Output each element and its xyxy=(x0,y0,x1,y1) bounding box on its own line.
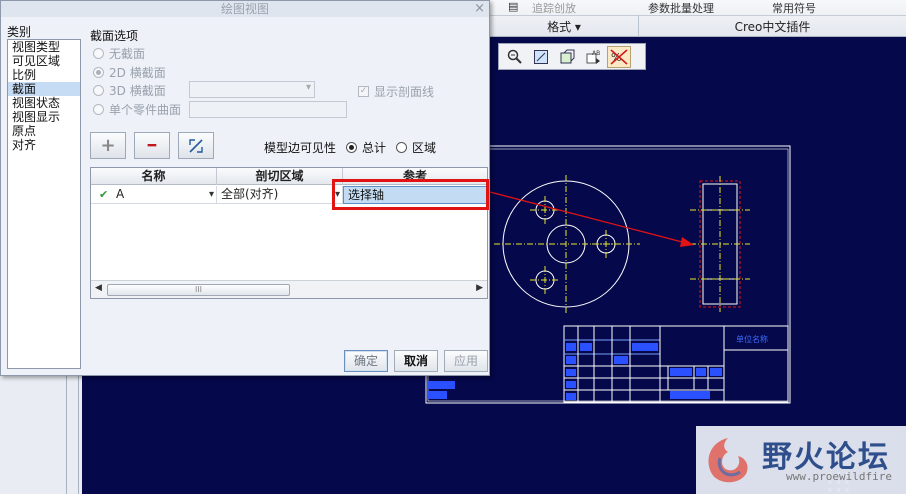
close-icon[interactable]: × xyxy=(474,1,485,17)
category-item-sections[interactable]: 截面 xyxy=(8,82,80,96)
category-label: 类别 xyxy=(7,25,32,39)
column-header-name[interactable]: 名称 xyxy=(91,168,217,185)
add-section-button[interactable]: + xyxy=(90,132,126,159)
radio-label: 总计 xyxy=(362,141,387,155)
section-options-label: 截面选项 xyxy=(90,29,139,43)
ok-button[interactable]: 确定 xyxy=(344,350,388,372)
section-name: A xyxy=(116,187,125,201)
radio-button[interactable] xyxy=(93,47,104,59)
category-item-view-type[interactable]: 视图类型 xyxy=(8,40,80,54)
show-hatch-checkbox[interactable]: ✓ 显示剖面线 xyxy=(358,83,434,100)
radio-3d-section[interactable]: 3D 横截面 xyxy=(93,82,166,98)
name-cell[interactable]: ✔ A ▾ xyxy=(91,186,217,204)
radio-button[interactable] xyxy=(93,103,104,115)
region-cell[interactable]: 全部(对齐) ▾ xyxy=(217,186,343,204)
radio-no-section[interactable]: 无截面 xyxy=(93,45,145,61)
watermark-url: www.proewildfire xyxy=(786,470,892,483)
watermark-logo-icon xyxy=(708,438,748,483)
minus-icon: ━ xyxy=(147,137,157,154)
check-icon: ✔ xyxy=(99,188,109,201)
surface-input[interactable] xyxy=(189,101,347,118)
chevron-down-icon[interactable]: ▾ xyxy=(209,186,214,203)
3d-section-dropdown[interactable] xyxy=(189,81,315,98)
radio-button[interactable] xyxy=(93,84,104,96)
radio-label: 单个零件曲面 xyxy=(109,102,182,117)
flip-section-button[interactable] xyxy=(178,132,214,159)
apply-button[interactable]: 应用 xyxy=(444,350,488,372)
scroll-thumb[interactable]: III xyxy=(107,284,290,296)
category-item-view-display[interactable]: 视图显示 xyxy=(8,110,80,124)
scroll-right-icon[interactable]: ▶ xyxy=(476,283,483,293)
radio-button[interactable] xyxy=(396,142,408,153)
remove-section-button[interactable]: ━ xyxy=(134,132,170,159)
plus-icon: + xyxy=(100,135,116,156)
scroll-left-icon[interactable]: ◀ xyxy=(95,283,102,293)
category-item-visible-area[interactable]: 可见区域 xyxy=(8,54,80,68)
radio-label: 2D 横截面 xyxy=(109,65,166,80)
section-region: 全部(对齐) xyxy=(221,187,279,201)
column-header-region[interactable]: 剖切区域 xyxy=(217,168,343,185)
radio-2d-section[interactable]: 2D 横截面 xyxy=(93,64,166,80)
checkbox-label: 显示剖面线 xyxy=(374,85,435,99)
cancel-button[interactable]: 取消 xyxy=(394,350,438,372)
category-list: 视图类型 可见区域 比例 截面 视图状态 视图显示 原点 对齐 xyxy=(7,39,81,369)
highlight-box xyxy=(332,179,489,210)
annotation-arrowhead xyxy=(680,237,694,247)
edge-visibility-label: 模型边可见性 xyxy=(264,141,337,155)
horizontal-scrollbar[interactable]: ◀ III ▶ xyxy=(91,280,487,298)
category-item-origin[interactable]: 原点 xyxy=(8,124,80,138)
radio-label: 无截面 xyxy=(109,46,146,61)
category-item-scale[interactable]: 比例 xyxy=(8,68,80,82)
watermark: 野火论坛 www.proewildfire xyxy=(696,426,906,494)
flip-direction-icon xyxy=(189,138,203,153)
drawing-view-dialog: 绘图视图 × 类别 视图类型 可见区域 比例 截面 视图状态 视图显示 原点 对… xyxy=(0,0,490,376)
title-block-unit-text: 单位名称 xyxy=(736,334,768,344)
category-item-view-states[interactable]: 视图状态 xyxy=(8,96,80,110)
radio-single-part-surface[interactable]: 单个零件曲面 xyxy=(93,101,181,117)
radio-label: 3D 横截面 xyxy=(109,83,166,98)
checkbox[interactable]: ✓ xyxy=(358,86,369,97)
annotation-arrow-line xyxy=(489,191,687,244)
radio-total[interactable]: 总计 xyxy=(346,139,386,156)
radio-button-selected[interactable] xyxy=(346,142,358,153)
category-item-alignment[interactable]: 对齐 xyxy=(8,138,80,152)
radio-area[interactable]: 区域 xyxy=(396,139,436,156)
radio-button-selected[interactable] xyxy=(93,66,104,78)
radio-label: 区域 xyxy=(412,141,437,155)
edge-visibility-group: 模型边可见性 总计 区域 xyxy=(264,139,436,156)
dialog-title: 绘图视图 xyxy=(1,1,489,17)
